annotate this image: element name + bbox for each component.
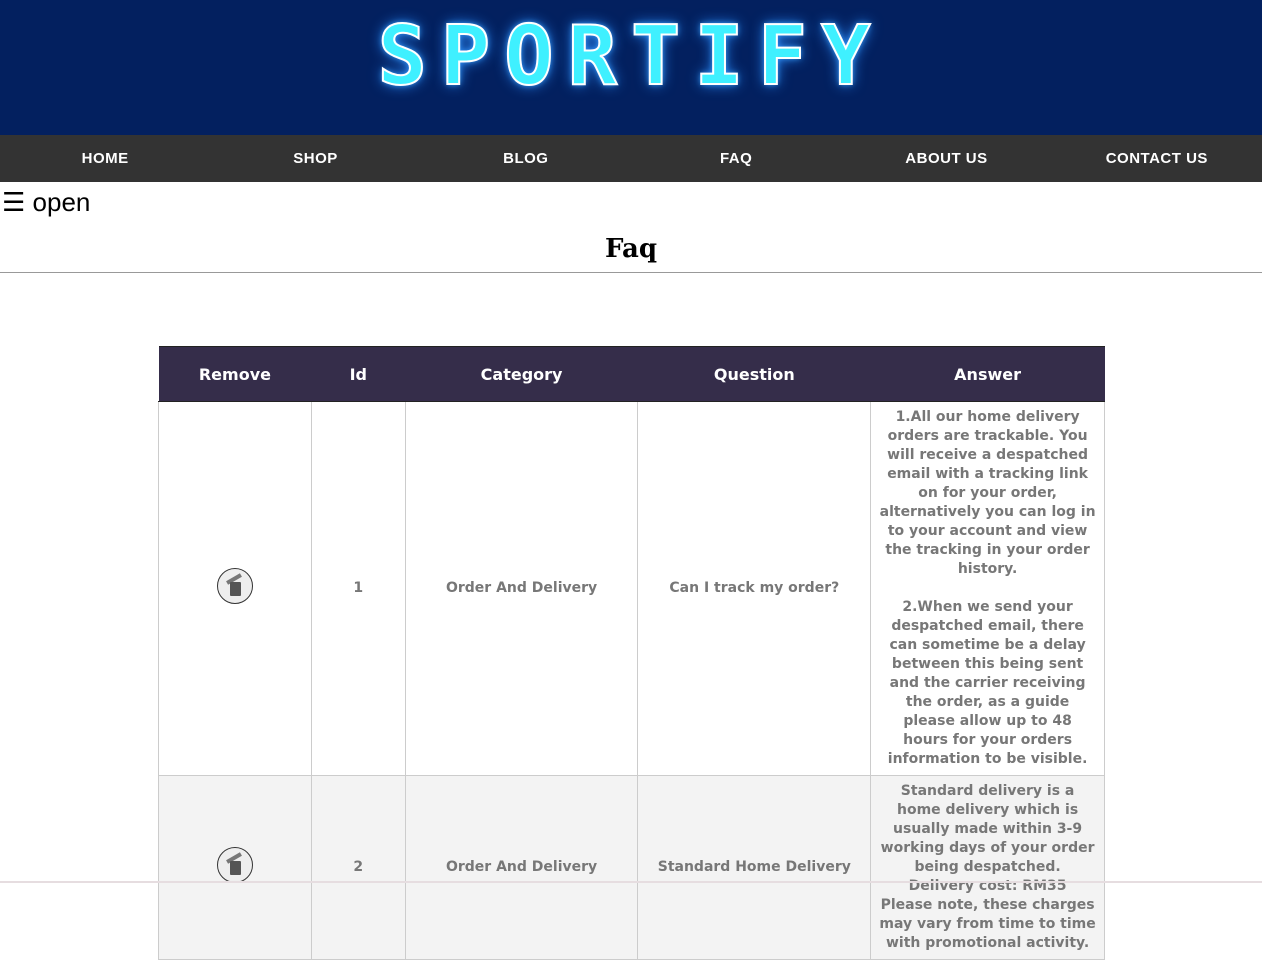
- nav-shop[interactable]: SHOP: [210, 135, 420, 182]
- answer-paragraph: 2.When we send your despatched email, th…: [887, 599, 1088, 767]
- nav-faq[interactable]: FAQ: [631, 135, 841, 182]
- cell-category: Order And Delivery: [404, 775, 639, 960]
- header-remove: Remove: [158, 346, 312, 402]
- sportify-logo[interactable]: SPORTIFY: [377, 11, 885, 103]
- cell-question: Standard Home Delivery: [637, 775, 872, 960]
- answer-paragraph: Standard delivery is a home delivery whi…: [880, 783, 1095, 875]
- main-nav: HOME SHOP BLOG FAQ ABOUT US CONTACT US: [0, 135, 1262, 182]
- table-row: 1 Order And Delivery Can I track my orde…: [158, 401, 1105, 776]
- table-row: 2 Order And Delivery Standard Home Deliv…: [158, 775, 1105, 960]
- nav-blog[interactable]: BLOG: [421, 135, 631, 182]
- divider: [0, 272, 1262, 273]
- answer-paragraph: 1.All our home delivery orders are track…: [879, 409, 1096, 577]
- cell-answer: 1.All our home delivery orders are track…: [870, 401, 1105, 776]
- header-category: Category: [405, 346, 638, 402]
- header-answer: Answer: [870, 346, 1105, 402]
- page-title: Faq: [604, 234, 658, 264]
- header-question: Question: [637, 346, 871, 402]
- trash-icon[interactable]: [216, 846, 253, 883]
- cell-id: 2: [310, 775, 406, 960]
- cell-answer: Standard delivery is a home delivery whi…: [870, 775, 1105, 960]
- sidebar-open-button[interactable]: ☰ open: [0, 182, 1262, 220]
- header-id: Id: [311, 346, 406, 402]
- site-header: SPORTIFY: [0, 0, 1262, 135]
- answer-paragraph: Delivery cost: RM35: [908, 878, 1067, 894]
- faq-table: Remove Id Category Question Answer 1 Ord…: [158, 346, 1105, 960]
- nav-contact-us[interactable]: CONTACT US: [1052, 135, 1262, 182]
- cell-id: 1: [310, 401, 406, 776]
- cell-category: Order And Delivery: [404, 401, 639, 776]
- nav-home[interactable]: HOME: [0, 135, 210, 182]
- nav-about-us[interactable]: ABOUT US: [841, 135, 1051, 182]
- trash-icon[interactable]: [216, 567, 253, 604]
- answer-paragraph: Please note, these charges may vary from…: [879, 897, 1096, 951]
- cell-question: Can I track my order?: [637, 401, 872, 776]
